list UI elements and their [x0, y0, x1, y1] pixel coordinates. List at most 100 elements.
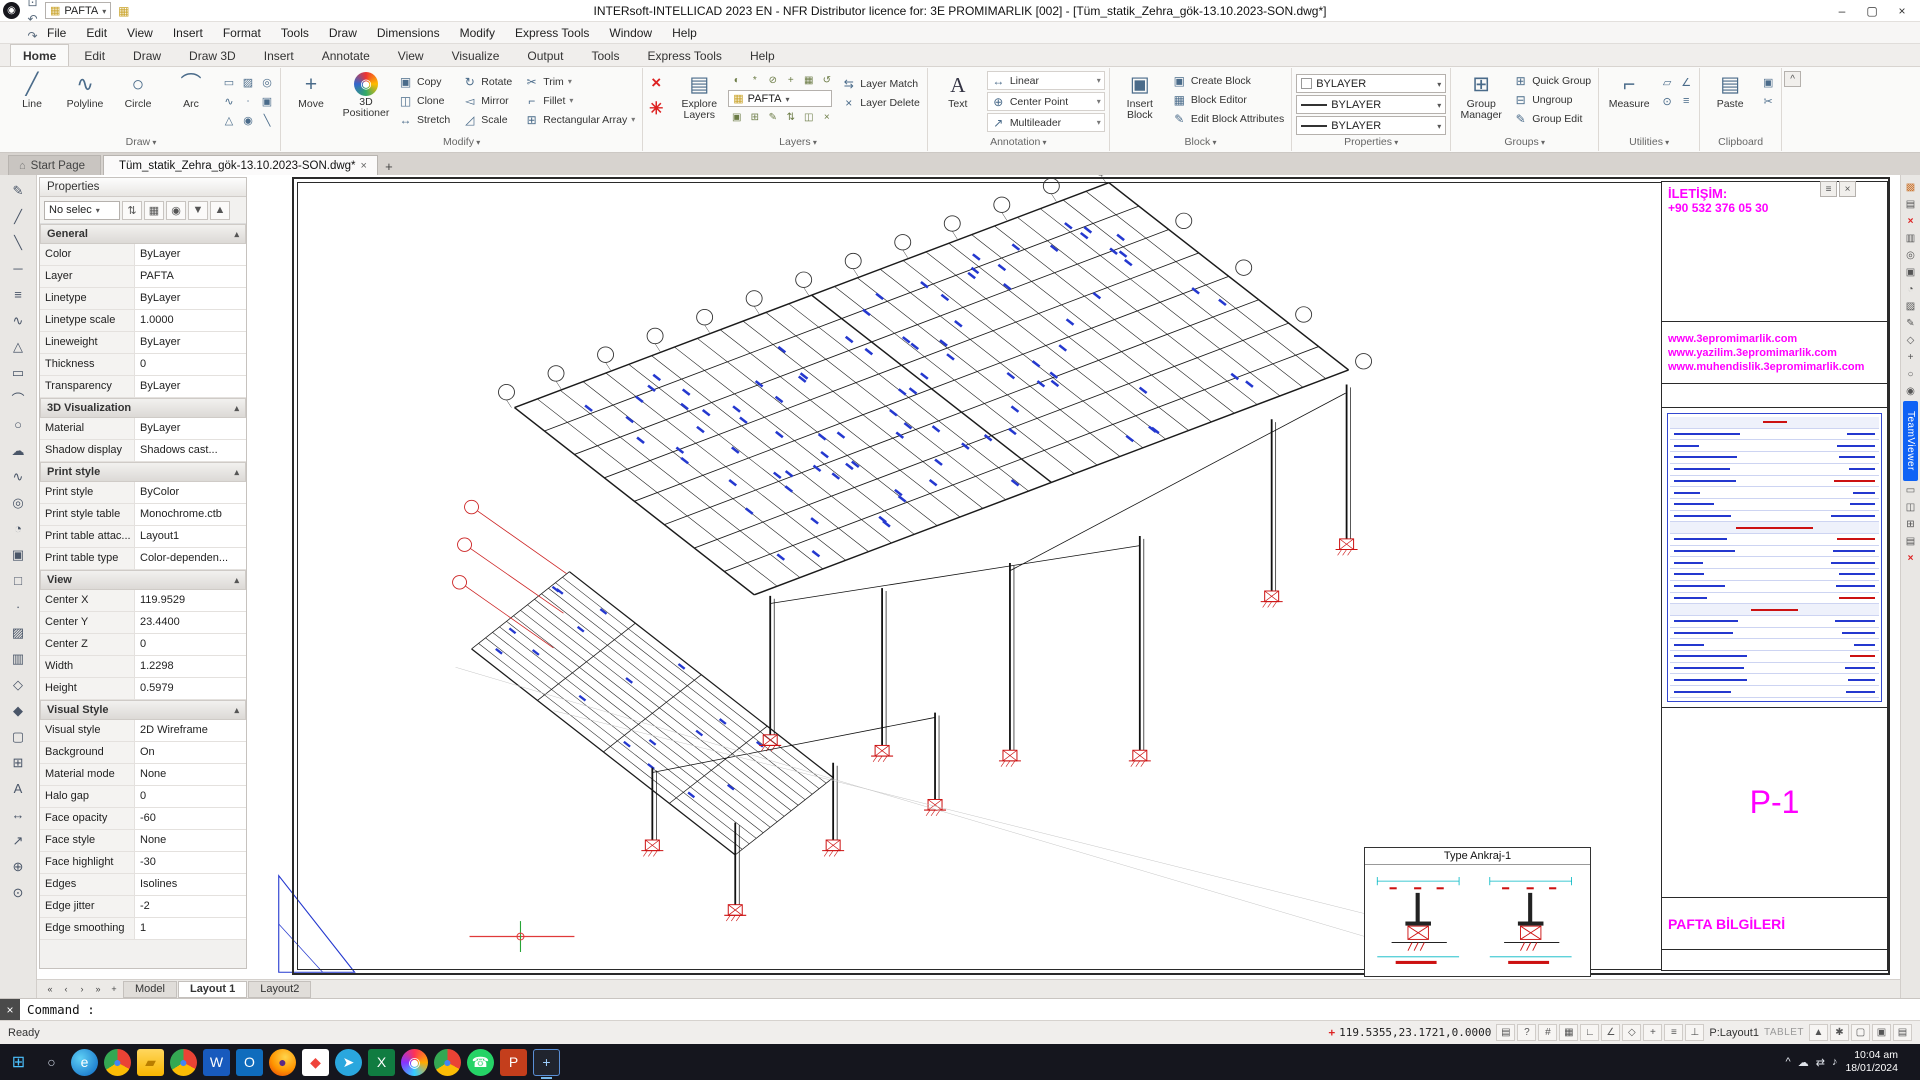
app-icon[interactable]: ◉ — [3, 2, 20, 19]
teamviewer-tab[interactable]: TeamViewer — [1903, 401, 1918, 481]
point-icon[interactable]: ∙ — [239, 92, 257, 110]
layer-on-icon[interactable]: ◐ — [728, 72, 745, 88]
ellipse-tool[interactable]: ◎ — [5, 490, 31, 515]
polyline-tool[interactable]: ∿ — [5, 308, 31, 333]
property-value[interactable]: 1.0000 — [135, 310, 246, 331]
properties-toggle-icon[interactable]: ▤ — [1903, 197, 1918, 211]
palette-title[interactable]: Properties — [40, 178, 246, 197]
network-icon[interactable]: ⇄ — [1816, 1056, 1825, 1069]
layers-palette-icon[interactable]: ▥ — [1903, 231, 1918, 245]
close-strip-icon[interactable]: × — [1903, 552, 1918, 566]
quick-group-button[interactable]: ⊞ Quick Group — [1510, 71, 1594, 90]
wipeout-tool[interactable]: ▢ — [5, 724, 31, 749]
tab-tools[interactable]: Tools — [578, 44, 632, 66]
edit-palette-icon[interactable]: ✎ — [1903, 316, 1918, 330]
property-value[interactable]: ByLayer — [135, 288, 246, 309]
table-tool[interactable]: ⊞ — [5, 750, 31, 775]
explore-layers-button[interactable]: ▤ Explore Layers — [673, 69, 725, 121]
insert-block-button[interactable]: ▣ Insert Block — [1114, 69, 1166, 121]
blocks-palette-icon[interactable]: ▣ — [1903, 265, 1918, 279]
mirror-button[interactable]: ◅ Mirror — [459, 91, 519, 110]
linetype-control[interactable]: BYLAYER — [1296, 116, 1446, 135]
ribbon-collapse-button[interactable]: ^ — [1784, 71, 1801, 87]
ortho-icon[interactable]: ∟ — [1580, 1024, 1599, 1041]
property-row[interactable]: Height0.5979 — [40, 678, 246, 700]
rectangle-tool[interactable]: ▭ — [5, 360, 31, 385]
quick-layer-select[interactable]: ▦ PAFTA — [45, 2, 111, 19]
donut-icon[interactable]: ◉ — [239, 111, 257, 129]
cut-icon[interactable]: ✂ — [1759, 92, 1777, 110]
text-button[interactable]: A Text — [932, 69, 984, 110]
copy-clip-icon[interactable]: ▣ — [1759, 73, 1777, 91]
ucs-icon[interactable]: ⊥ — [1685, 1024, 1704, 1041]
app-excel[interactable]: X — [368, 1049, 395, 1076]
app-telegram[interactable]: ➤ — [335, 1049, 362, 1076]
region-tool[interactable]: ◆ — [5, 698, 31, 723]
spline-icon[interactable]: ∿ — [220, 92, 238, 110]
command-prompt[interactable]: Command : — [20, 1002, 95, 1017]
explode-button[interactable]: ✳ — [645, 98, 667, 120]
property-row[interactable]: LinetypeByLayer — [40, 288, 246, 310]
tab-insert[interactable]: Insert — [251, 44, 307, 66]
property-row[interactable]: MaterialByLayer — [40, 418, 246, 440]
layer-match-button[interactable]: ⇆ Layer Match — [838, 74, 923, 93]
property-row[interactable]: BackgroundOn — [40, 742, 246, 764]
menu-express-tools[interactable]: Express Tools — [506, 23, 598, 43]
ungroup-button[interactable]: ⊟ Ungroup — [1510, 90, 1594, 109]
move-button[interactable]: + Move — [285, 69, 337, 110]
annotation-scale-icon[interactable]: ▲ — [1809, 1024, 1828, 1041]
property-value[interactable]: 0.5979 — [135, 678, 246, 699]
property-row[interactable]: ColorByLayer — [40, 244, 246, 266]
notes-palette-icon[interactable]: ▤ — [1903, 535, 1918, 549]
website-link[interactable]: www.yazilim.3epromimarlik.com — [1668, 347, 1881, 359]
next-tab-button[interactable]: › — [74, 982, 90, 997]
layer-select[interactable]: ▦ PAFTA — [728, 90, 832, 107]
make-block-tool[interactable]: □ — [5, 568, 31, 593]
sun-palette-icon[interactable]: ◔ — [1903, 282, 1918, 296]
layer-freeze-icon[interactable]: * — [746, 72, 763, 88]
property-row[interactable]: Thickness0 — [40, 354, 246, 376]
3d-positioner-button[interactable]: ◉ 3D Positioner — [340, 69, 392, 119]
property-row[interactable]: Halo gap0 — [40, 786, 246, 808]
drawing-viewport[interactable] — [37, 175, 1900, 979]
new-document-tab-button[interactable]: + — [380, 157, 398, 175]
app-firefox[interactable]: ● — [269, 1049, 296, 1076]
polygon-icon[interactable]: △ — [220, 111, 238, 129]
property-value[interactable]: None — [135, 764, 246, 785]
layer-lock-icon[interactable]: ⊘ — [764, 72, 781, 88]
property-row[interactable]: Face opacity-60 — [40, 808, 246, 830]
layer-delete-button[interactable]: × Layer Delete — [838, 93, 923, 112]
selection-filter-select[interactable]: No selec — [44, 201, 120, 220]
panel-label-block[interactable]: Block — [1114, 136, 1287, 151]
app-whatsapp[interactable]: ☎ — [467, 1049, 494, 1076]
rectangle-icon[interactable]: ▭ — [220, 73, 238, 91]
insert-block-tool[interactable]: ▣ — [5, 542, 31, 567]
app-folder[interactable]: ▰ — [137, 1049, 164, 1076]
tab-express-tools[interactable]: Express Tools — [634, 44, 734, 66]
filter-up-icon[interactable]: ▲ — [210, 201, 230, 220]
property-row[interactable]: Visual style2D Wireframe — [40, 720, 246, 742]
property-value[interactable]: Layout1 — [135, 526, 246, 547]
property-value[interactable]: 0 — [135, 354, 246, 375]
new-layout-button[interactable]: + — [106, 982, 122, 997]
trim-button[interactable]: ✂ Trim ▾ — [521, 72, 638, 91]
property-row[interactable]: Center Y23.4400 — [40, 612, 246, 634]
app-anydesk[interactable]: ◆ — [302, 1049, 329, 1076]
filter-down-icon[interactable]: ▼ — [188, 201, 208, 220]
leader-tool[interactable]: ↗ — [5, 828, 31, 853]
workspace-switch-icon[interactable]: ✱ — [1830, 1024, 1849, 1041]
create-block-button[interactable]: ▣ Create Block — [1169, 71, 1287, 90]
lineweight-icon[interactable]: ≡ — [1664, 1024, 1683, 1041]
layer-off-icon[interactable]: × — [818, 109, 835, 125]
property-value[interactable]: ByLayer — [135, 418, 246, 439]
website-link[interactable]: www.muhendislik.3epromimarlik.com — [1668, 361, 1881, 373]
start-button[interactable]: ⊞ — [5, 1049, 32, 1076]
property-row[interactable]: Center Z0 — [40, 634, 246, 656]
property-row[interactable]: Print style tableMonochrome.ctb — [40, 504, 246, 526]
panel-label-layers[interactable]: Layers — [673, 136, 923, 151]
circle-tool[interactable]: ○ — [5, 412, 31, 437]
line-button[interactable]: ╱ Line — [6, 69, 58, 110]
close-button[interactable]: × — [1887, 1, 1917, 21]
measure-button[interactable]: ⌐ Measure — [1603, 69, 1655, 110]
section-header-visual-style[interactable]: Visual Style — [40, 700, 246, 720]
